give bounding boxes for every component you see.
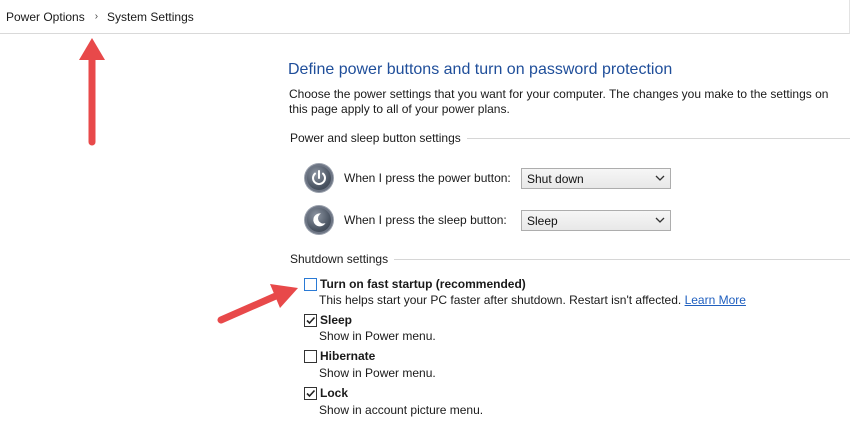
checkmark-icon: [306, 316, 316, 325]
hibernate-description: Show in Power menu.: [319, 366, 436, 380]
hibernate-checkbox[interactable]: [304, 350, 317, 363]
sleep-button-label: When I press the sleep button:: [344, 213, 507, 227]
breadcrumb-system-settings[interactable]: System Settings: [107, 10, 194, 24]
power-button-label: When I press the power button:: [344, 171, 511, 185]
power-sleep-heading: Power and sleep button settings: [290, 131, 467, 145]
lock-title: Lock: [320, 386, 349, 400]
sleep-checkbox[interactable]: [304, 314, 317, 327]
page-title: Define power buttons and turn on passwor…: [288, 61, 673, 78]
right-arrow: [217, 284, 298, 324]
power-button-select[interactable]: Shut down: [521, 168, 671, 189]
learn-more-link[interactable]: Learn More: [685, 293, 746, 307]
checkmark-icon: [306, 389, 316, 398]
fast-startup-desc-text: This helps start your PC faster after sh…: [319, 293, 682, 307]
sleep-button-select[interactable]: Sleep: [521, 210, 671, 231]
page-description: Choose the power settings that you want …: [289, 87, 829, 116]
sleep-description: Show in Power menu.: [319, 329, 436, 343]
lock-checkbox[interactable]: [304, 387, 317, 400]
sleep-icon: [305, 206, 333, 234]
power-icon: [305, 164, 333, 192]
breadcrumb-separator: ›: [94, 11, 99, 22]
breadcrumb-power-options[interactable]: Power Options: [6, 10, 85, 24]
fast-startup-title: Turn on fast startup (recommended): [320, 277, 526, 291]
hibernate-title: Hibernate: [320, 349, 376, 363]
power-button-value: Shut down: [527, 171, 584, 186]
up-arrow: [79, 38, 105, 146]
chevron-down-icon: [655, 175, 665, 181]
breadcrumb: Power Options › System Settings: [0, 0, 850, 34]
fast-startup-description: This helps start your PC faster after sh…: [319, 293, 746, 307]
sleep-title: Sleep: [320, 313, 353, 327]
fast-startup-checkbox[interactable]: [304, 278, 317, 291]
lock-description: Show in account picture menu.: [319, 403, 484, 417]
shutdown-heading: Shutdown settings: [290, 252, 395, 266]
sleep-button-value: Sleep: [527, 213, 558, 228]
chevron-down-icon: [655, 217, 665, 223]
